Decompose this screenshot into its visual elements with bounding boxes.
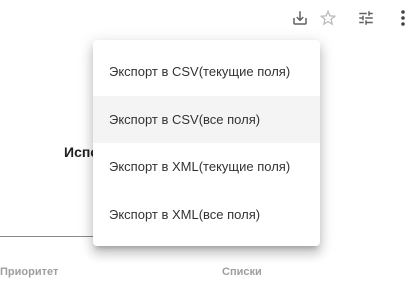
more-vert-icon: [400, 9, 406, 27]
tune-icon: [357, 9, 375, 27]
export-xml-all-fields-item[interactable]: Экспорт в XML(все поля): [93, 191, 320, 239]
export-csv-current-fields-item[interactable]: Экспорт в CSV(текущие поля): [93, 48, 320, 96]
download-icon: [291, 9, 309, 27]
column-header-priority[interactable]: Приоритет: [0, 266, 58, 278]
export-menu: Экспорт в CSV(текущие поля) Экспорт в CS…: [93, 40, 320, 246]
export-csv-all-fields-item[interactable]: Экспорт в CSV(все поля): [93, 95, 320, 143]
field-underline: [0, 236, 96, 237]
column-header-lists[interactable]: Списки: [222, 266, 262, 278]
favorite-button[interactable]: [316, 6, 340, 30]
export-xml-current-fields-item[interactable]: Экспорт в XML(текущие поля): [93, 143, 320, 191]
more-options-button[interactable]: [395, 6, 411, 30]
column-settings-button[interactable]: [354, 6, 378, 30]
download-button[interactable]: [288, 6, 312, 30]
star-outline-icon: [318, 8, 338, 28]
